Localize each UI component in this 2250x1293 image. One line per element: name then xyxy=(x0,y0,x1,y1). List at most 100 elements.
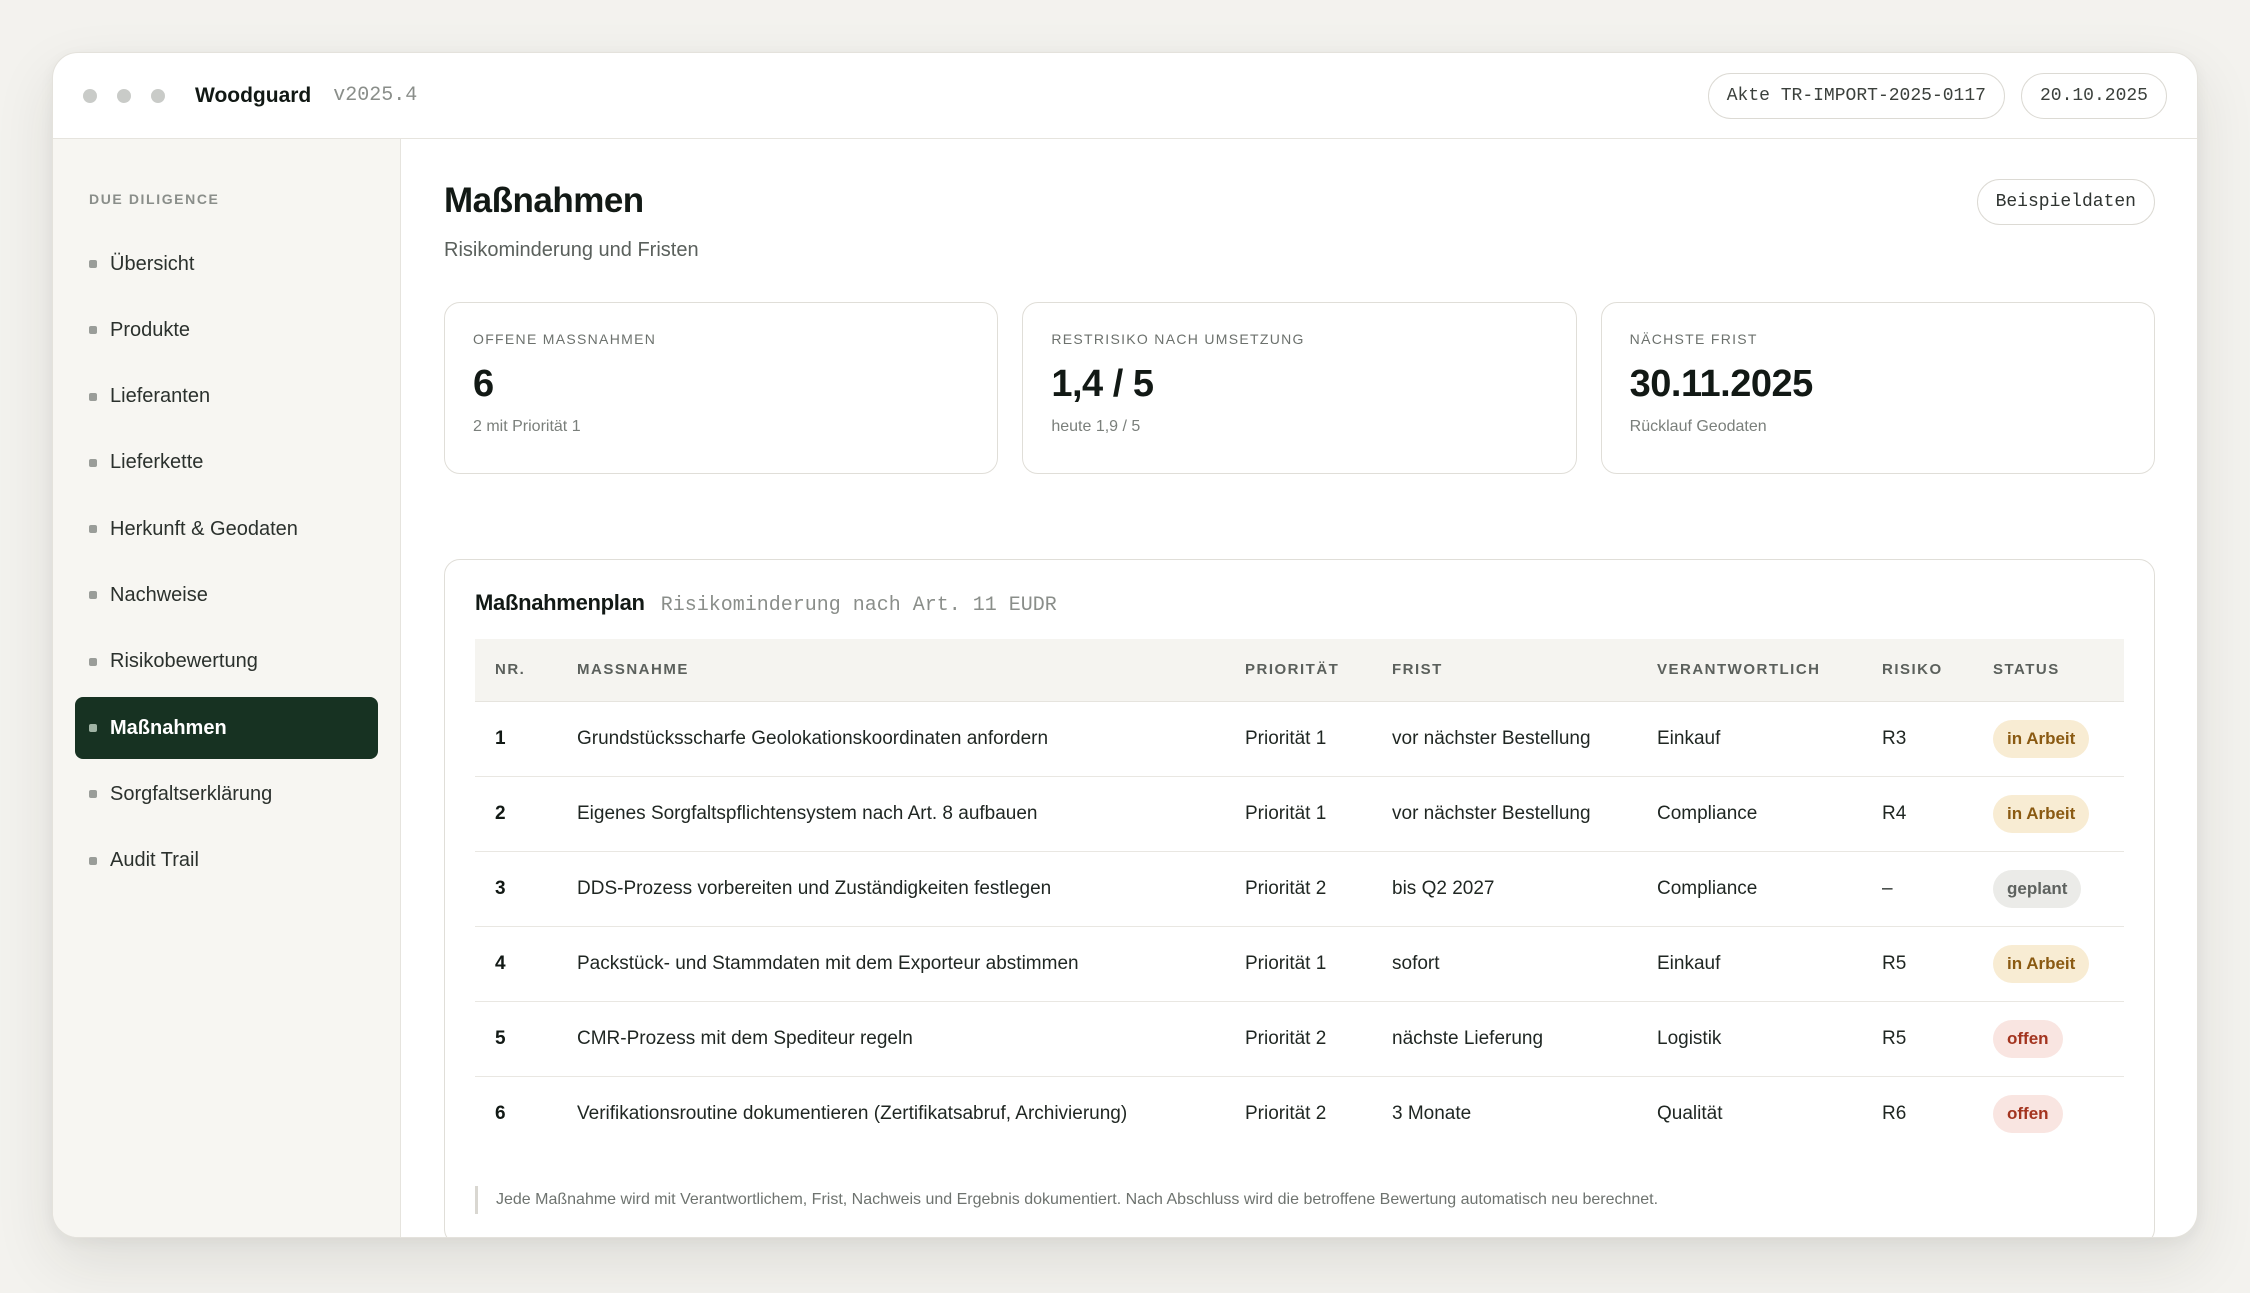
cell-deadline: sofort xyxy=(1372,926,1637,1002)
kpi-label: NÄCHSTE FRIST xyxy=(1629,331,1758,347)
sidebar-item-massnahmen[interactable]: Maßnahmen xyxy=(75,697,378,760)
cell-risk: R5 xyxy=(1862,926,1973,1002)
column-header-risk[interactable]: RISIKO xyxy=(1862,639,1973,702)
sidebar-item-label: Herkunft & Geodaten xyxy=(110,517,298,540)
column-header-owner[interactable]: VERANTWORTLICH xyxy=(1637,639,1862,702)
documentation-note: Jede Maßnahme wird mit Verantwortlichem,… xyxy=(475,1186,2124,1214)
cell-deadline: vor nächster Bestellung xyxy=(1372,776,1637,852)
cell-owner: Compliance xyxy=(1637,776,1862,852)
bullet-icon xyxy=(89,458,97,467)
sample-data-button[interactable]: Beispieldaten xyxy=(1976,179,2155,225)
kpi-card-next-deadline: NÄCHSTE FRIST 30.11.2025 Rücklauf Geodat… xyxy=(1600,302,2155,474)
kpi-value: 30.11.2025 xyxy=(1629,363,1814,405)
cell-deadline: nächste Lieferung xyxy=(1372,1001,1637,1077)
column-header-measure[interactable]: MASSNAHME xyxy=(557,639,1225,702)
bullet-icon xyxy=(89,657,97,666)
column-header-deadline[interactable]: FRIST xyxy=(1372,639,1637,702)
cell-priority: Priorität 2 xyxy=(1225,1001,1372,1077)
column-header-status[interactable]: STATUS xyxy=(1973,639,2124,702)
sidebar-item-label: Risikobewertung xyxy=(110,650,258,673)
measures-plan-panel: Maßnahmenplan Risikominderung nach Art. … xyxy=(444,559,2155,1237)
cell-status: in Arbeit xyxy=(1973,926,2124,1002)
kpi-value: 1,4 / 5 xyxy=(1051,363,1154,405)
bullet-icon xyxy=(89,856,97,865)
table-row[interactable]: 6 Verifikationsroutine dokumentieren (Ze… xyxy=(475,1076,2124,1151)
window-controls xyxy=(83,88,165,103)
table-row[interactable]: 1 Grundstücksscharfe Geolokationskoordin… xyxy=(475,701,2124,777)
table-header: NR. MASSNAHME PRIORITÄT FRIST VERANTWORT… xyxy=(475,639,2124,702)
cell-status: in Arbeit xyxy=(1973,776,2124,852)
cell-measure: Packstück- und Stammdaten mit dem Export… xyxy=(557,926,1225,1002)
table-row[interactable]: 5 CMR-Prozess mit dem Spediteur regeln P… xyxy=(475,1001,2124,1077)
sidebar-item-risikobewertung[interactable]: Risikobewertung xyxy=(75,631,378,693)
kpi-card-residual-risk: RESTRISIKO NACH UMSETZUNG 1,4 / 5 heute … xyxy=(1022,302,1577,474)
sidebar-item-label: Nachweise xyxy=(110,583,208,606)
sidebar-item-lieferanten[interactable]: Lieferanten xyxy=(75,366,378,428)
kpi-subtext: heute 1,9 / 5 xyxy=(1051,418,1141,435)
sidebar-item-lieferkette[interactable]: Lieferkette xyxy=(75,432,378,494)
page-subtitle: Risikominderung und Fristen xyxy=(444,239,699,261)
panel-subtitle: Risikominderung nach Art. 11 EUDR xyxy=(660,594,1057,617)
cell-nr: 1 xyxy=(475,701,557,777)
sidebar-item-produkte[interactable]: Produkte xyxy=(75,299,378,361)
bullet-icon xyxy=(89,326,97,335)
sidebar-item-label: Maßnahmen xyxy=(110,716,227,739)
date-pill[interactable]: 20.10.2025 xyxy=(2020,72,2167,119)
cell-owner: Logistik xyxy=(1637,1001,1862,1077)
app-name: Woodguard xyxy=(195,83,312,107)
sidebar-item-herkunft-geodaten[interactable]: Herkunft & Geodaten xyxy=(75,498,378,560)
sidebar-item-label: Übersicht xyxy=(110,252,195,275)
cell-deadline: bis Q2 2027 xyxy=(1372,851,1637,927)
column-header-priority[interactable]: PRIORITÄT xyxy=(1225,639,1372,702)
cell-risk: R6 xyxy=(1882,1102,1907,1124)
kpi-cards: OFFENE MASSNAHMEN 6 2 mit Priorität 1 RE… xyxy=(444,302,2155,474)
status-badge: offen xyxy=(1993,1094,2063,1133)
status-badge: in Arbeit xyxy=(1993,719,2090,758)
cell-measure: DDS-Prozess vorbereiten und Zuständigkei… xyxy=(557,851,1225,927)
cell-nr: 6 xyxy=(495,1102,506,1124)
cell-nr: 5 xyxy=(475,1001,557,1077)
measures-table: NR. MASSNAHME PRIORITÄT FRIST VERANTWORT… xyxy=(475,639,2124,1151)
column-header-nr[interactable]: NR. xyxy=(475,639,557,702)
cell-risk: R3 xyxy=(1862,701,1973,777)
table-row[interactable]: 3 DDS-Prozess vorbereiten und Zuständigk… xyxy=(475,851,2124,927)
title-actions: Akte TR-IMPORT-2025-0117 20.10.2025 xyxy=(1707,72,2167,119)
cell-priority: Priorität 2 xyxy=(1245,1102,1327,1124)
window-dot-icon[interactable] xyxy=(117,88,131,103)
panel-header: Maßnahmenplan Risikominderung nach Art. … xyxy=(475,590,1057,617)
cell-measure: Eigenes Sorgfaltspflichtensystem nach Ar… xyxy=(557,776,1225,852)
status-badge: geplant xyxy=(1993,869,2082,908)
cell-measure: Verifikationsroutine dokumentieren (Zert… xyxy=(577,1102,1128,1124)
table-row[interactable]: 4 Packstück- und Stammdaten mit dem Expo… xyxy=(475,926,2124,1002)
kpi-value: 6 xyxy=(473,363,494,405)
main-content: Maßnahmen Risikominderung und Fristen Be… xyxy=(402,139,2197,1237)
sidebar-item-sorgfaltserklaerung[interactable]: Sorgfaltserklärung xyxy=(75,763,378,825)
sidebar-item-audit-trail[interactable]: Audit Trail xyxy=(75,830,378,892)
sidebar-item-label: Audit Trail xyxy=(110,849,199,872)
cell-deadline: 3 Monate xyxy=(1392,1102,1472,1124)
cell-risk: R4 xyxy=(1862,776,1973,852)
cell-status: offen xyxy=(1973,1001,2124,1077)
panel-title: Maßnahmenplan xyxy=(475,590,645,615)
cell-risk: – xyxy=(1862,851,1973,927)
sidebar-item-label: Lieferkette xyxy=(110,451,204,474)
cell-nr: 4 xyxy=(475,926,557,1002)
window-dot-icon[interactable] xyxy=(83,88,97,103)
sidebar-item-label: Produkte xyxy=(110,318,191,341)
sidebar-item-uebersicht[interactable]: Übersicht xyxy=(75,233,378,295)
cell-priority: Priorität 1 xyxy=(1225,776,1372,852)
kpi-subtext: 2 mit Priorität 1 xyxy=(473,418,581,435)
file-reference-pill[interactable]: Akte TR-IMPORT-2025-0117 xyxy=(1707,72,2005,119)
kpi-subtext: Rücklauf Geodaten xyxy=(1629,418,1767,435)
cell-risk: R5 xyxy=(1862,1001,1973,1077)
window-dot-icon[interactable] xyxy=(151,88,165,103)
bullet-icon xyxy=(89,724,97,733)
bullet-icon xyxy=(89,790,97,799)
kpi-label: OFFENE MASSNAHMEN xyxy=(473,331,657,347)
bullet-icon xyxy=(89,392,97,401)
cell-status: in Arbeit xyxy=(1973,701,2124,777)
cell-priority: Priorität 1 xyxy=(1225,701,1372,777)
table-row[interactable]: 2 Eigenes Sorgfaltspflichtensystem nach … xyxy=(475,776,2124,852)
sidebar-item-nachweise[interactable]: Nachweise xyxy=(75,564,378,626)
cell-status: offen xyxy=(1973,1076,2124,1151)
